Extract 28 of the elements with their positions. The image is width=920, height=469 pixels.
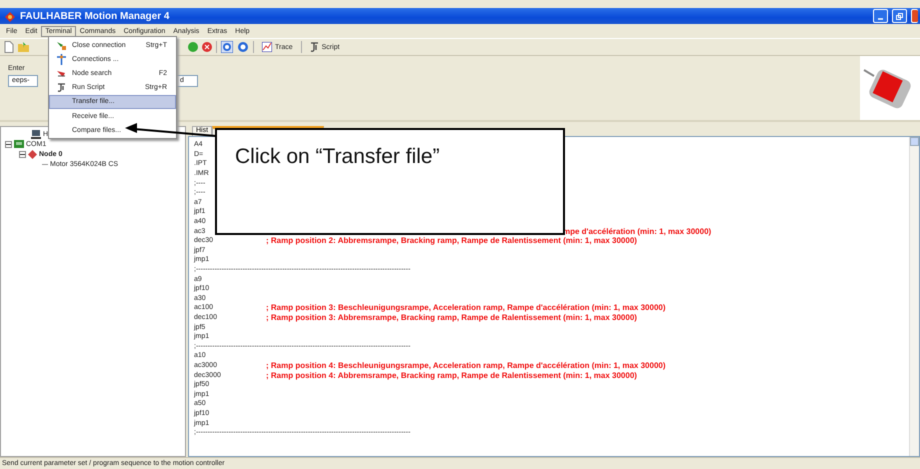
- restore-icon: [896, 12, 903, 20]
- circle-icon[interactable]: [237, 41, 249, 53]
- scrollbar[interactable]: [909, 137, 919, 456]
- code-comment: ; Ramp position 4: Abbremsrampe, Bracking ramp, Rampe de Ralentissement (min: 1, max 30000): [266, 370, 637, 380]
- chart-icon: [262, 42, 272, 52]
- script-icon: [56, 82, 66, 94]
- open-folder-icon[interactable]: [18, 42, 30, 52]
- circle-icon[interactable]: [221, 41, 233, 53]
- collapse-toggle[interactable]: [19, 150, 26, 158]
- close-button[interactable]: [911, 9, 918, 23]
- stop-icon[interactable]: [202, 42, 212, 52]
- port-icon: [14, 140, 24, 148]
- new-file-icon[interactable]: [4, 41, 14, 53]
- window-title: FAULHABER Motion Manager 4: [20, 10, 170, 22]
- code-comment: ; Ramp position 3: Abbremsrampe, Bracking ramp, Rampe de Ralentissement (min: 1, max 30000): [266, 312, 637, 322]
- code-comment: ; Ramp position 4: Beschleunigungsrampe, Acceleration ramp, Rampe d'accélération (min: 1, max 30000): [266, 360, 666, 370]
- motor-drawing: [860, 56, 920, 120]
- computer-icon: [31, 130, 41, 138]
- restore-button[interactable]: [892, 9, 907, 23]
- node-icon: [28, 150, 37, 158]
- minimize-button[interactable]: [873, 9, 888, 23]
- collapse-toggle[interactable]: [5, 140, 12, 148]
- code-comment: ; Ramp position 3: Beschleunigungsrampe, Acceleration ramp, Rampe d'accélération (min: 1, max 30000): [266, 303, 666, 312]
- app-logo-icon: [4, 10, 16, 22]
- script-icon: [310, 42, 319, 52]
- code-comment: ; Ramp position 2: Abbremsrampe, Bracking ramp, Rampe de Ralentissement (min: 1, max 30000): [266, 236, 637, 246]
- network-icon: [56, 54, 66, 65]
- callout-text: Click on “Transfer file”: [235, 145, 440, 168]
